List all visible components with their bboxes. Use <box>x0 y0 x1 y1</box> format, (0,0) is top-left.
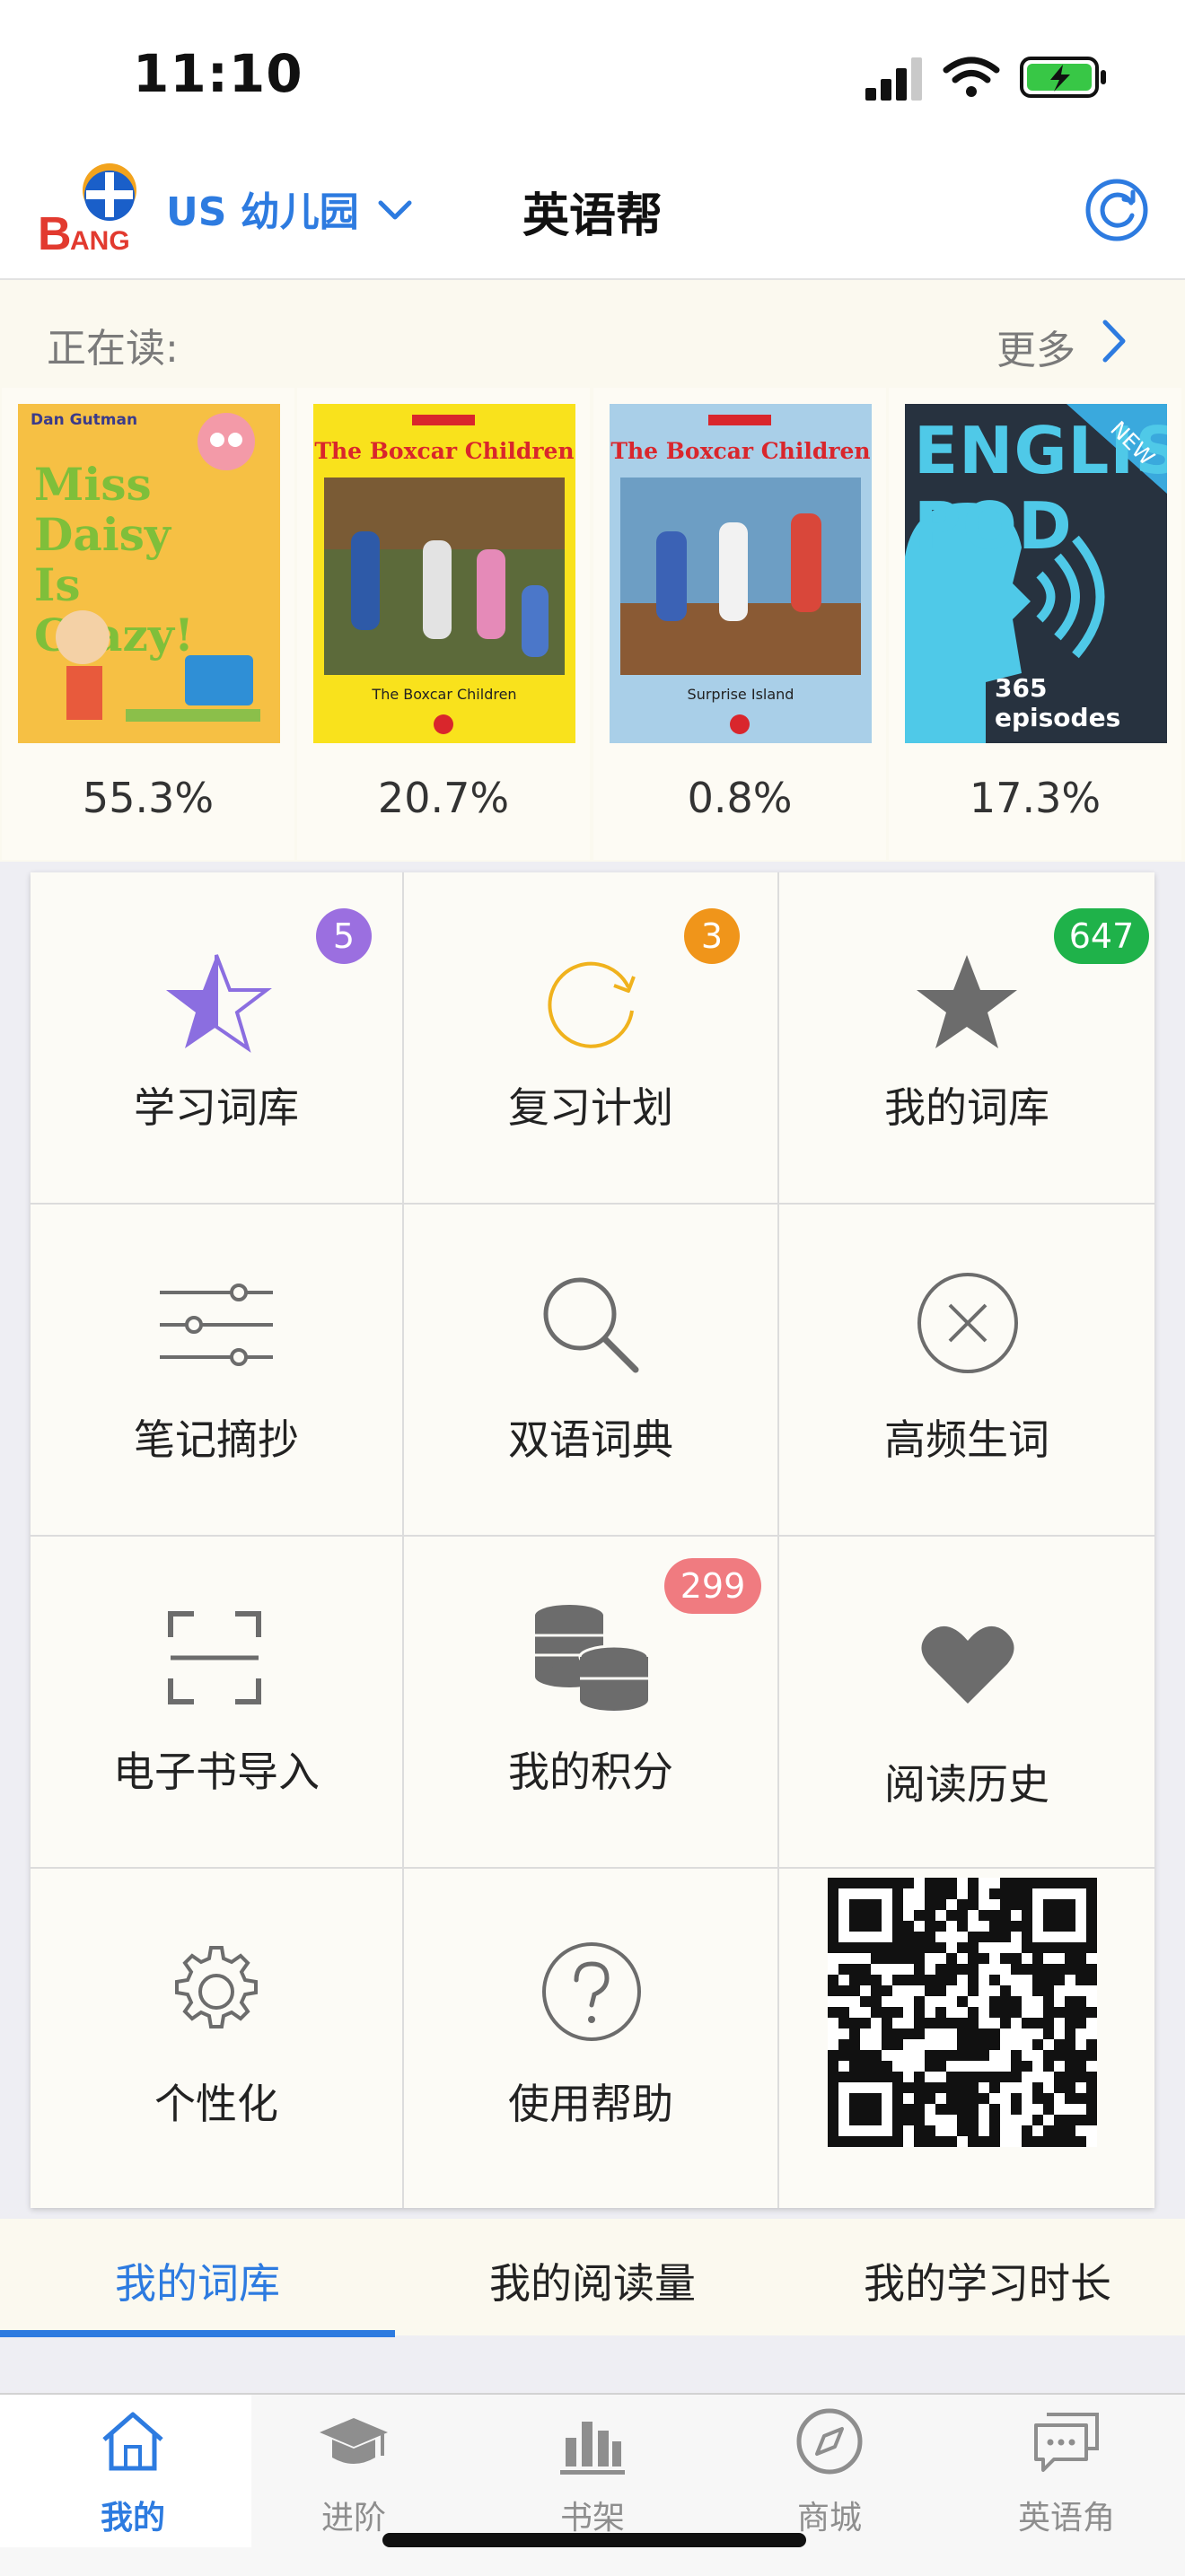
chevron-right-icon[interactable] <box>1101 318 1128 364</box>
grid-item-dictionary[interactable]: 双语词典 <box>404 1205 777 1535</box>
refresh-icon[interactable] <box>1083 176 1151 244</box>
bar-chart-icon <box>560 2422 625 2475</box>
star-half-icon <box>166 954 272 1053</box>
book-cover[interactable]: The Boxcar Children Surprise Island <box>610 404 872 743</box>
scan-icon <box>168 1611 261 1704</box>
book-cover[interactable]: The Boxcar Children The Boxcar Children <box>313 404 575 743</box>
home-indicator <box>382 2533 806 2547</box>
book-progress: 55.3% <box>82 774 215 822</box>
help-icon <box>542 1942 641 2041</box>
tab-label: 我的 <box>100 2500 165 2537</box>
chat-icon <box>1034 2413 1099 2472</box>
grid-item-label: 使用帮助 <box>508 2080 673 2128</box>
stats-tab-study-time[interactable]: 我的学习时长 <box>790 2251 1185 2310</box>
book-card[interactable]: ENGLISH POD NEW 365 episodes 17.3% <box>889 388 1181 860</box>
close-circle-icon <box>917 1273 1018 1373</box>
home-icon <box>102 2412 163 2471</box>
compass-icon <box>796 2408 863 2475</box>
count-badge: 3 <box>684 908 740 964</box>
book-cover[interactable]: Dan Gutman Miss Daisy Is Crazy! <box>18 404 280 743</box>
tab-bookshelf[interactable]: 书架 <box>474 2405 711 2540</box>
tab-label: 英语角 <box>1017 2500 1115 2537</box>
grid-item-study-words[interactable]: 5 学习词库 <box>31 872 402 1203</box>
tab-label: 进阶 <box>320 2500 386 2537</box>
grid-item-reading-history[interactable]: 阅读历史 <box>779 1537 1154 1867</box>
grid-item-label: 高频生词 <box>884 1415 1049 1464</box>
book-cover-subtitle: The Boxcar Children <box>372 686 517 703</box>
book-cover-title: The Boxcar Children <box>314 438 575 464</box>
book-cover[interactable]: ENGLISH POD NEW 365 episodes <box>905 404 1167 743</box>
book-cover-author: Dan Gutman <box>31 411 138 429</box>
search-icon <box>543 1277 639 1373</box>
gear-icon <box>175 1946 258 2028</box>
book-illustration <box>198 413 255 470</box>
book-card[interactable]: The Boxcar Children Surprise Island 0.8% <box>593 388 886 860</box>
count-badge: 299 <box>664 1558 761 1614</box>
book-illustration <box>324 478 565 675</box>
reading-label: 正在读: <box>47 326 179 372</box>
grid-item-my-words[interactable]: 647 我的词库 <box>779 872 1154 1203</box>
tab-english-corner[interactable]: 英语角 <box>948 2405 1185 2540</box>
grid-item-help[interactable]: 使用帮助 <box>404 1869 777 2208</box>
book-cover-subtitle: Surprise Island <box>687 686 794 703</box>
book-progress: 17.3% <box>969 774 1102 822</box>
grid-item-label: 个性化 <box>154 2080 278 2128</box>
wifi-icon <box>943 57 1000 97</box>
tab-store[interactable]: 商城 <box>711 2405 948 2540</box>
status-time: 11:10 <box>133 43 303 104</box>
tab-label: 商城 <box>796 2500 862 2537</box>
stats-tab-my-words[interactable]: 我的词库 <box>0 2251 395 2310</box>
refresh-icon <box>548 961 636 1048</box>
grid-item-ebook-import[interactable]: 电子书导入 <box>31 1537 402 1867</box>
book-card[interactable]: The Boxcar Children The Boxcar Children … <box>297 388 590 860</box>
grid-item-label: 阅读历史 <box>884 1760 1049 1809</box>
grid-item-label: 我的词库 <box>884 1083 1049 1132</box>
qr-code-icon <box>828 1878 1097 2147</box>
page-title: 英语帮 <box>522 189 663 243</box>
grid-item-label: 电子书导入 <box>113 1748 320 1796</box>
more-link[interactable]: 更多 <box>996 318 1075 375</box>
grid-item-notes[interactable]: 笔记摘抄 <box>31 1205 402 1535</box>
feature-grid: 5 学习词库 3 复习计划 647 我的词库 笔记摘抄 双语词典 高频生词 电子… <box>31 872 1154 2208</box>
sliders-icon <box>160 1284 273 1366</box>
grid-item-review-plan[interactable]: 3 复习计划 <box>404 872 777 1203</box>
count-badge: 5 <box>316 908 372 964</box>
grid-item-label: 双语词典 <box>508 1415 673 1464</box>
grid-item-frequent-words[interactable]: 高频生词 <box>779 1205 1154 1535</box>
book-progress: 20.7% <box>377 774 510 822</box>
stats-tab-reading-volume[interactable]: 我的阅读量 <box>395 2251 790 2310</box>
book-cover-title: The Boxcar Children <box>610 438 871 464</box>
book-cover-subtitle: 365 episodes <box>995 673 1121 732</box>
book-progress: 0.8% <box>687 774 793 822</box>
grid-item-label: 笔记摘抄 <box>134 1415 299 1464</box>
grid-item-points[interactable]: 299 我的积分 <box>404 1537 777 1867</box>
stats-tab-indicator <box>0 2330 395 2337</box>
grid-item-label: 学习词库 <box>134 1083 299 1132</box>
book-illustration <box>620 478 861 675</box>
count-badge: 647 <box>1054 908 1149 964</box>
grid-item-label: 我的积分 <box>508 1748 673 1796</box>
cellular-signal-icon <box>865 57 922 101</box>
grid-item-qr-code[interactable] <box>779 1869 1154 2208</box>
graduation-cap-icon <box>320 2418 388 2464</box>
tab-label: 书架 <box>559 2500 625 2537</box>
book-card[interactable]: Dan Gutman Miss Daisy Is Crazy! 55.3% <box>2 388 294 860</box>
grid-item-personalize[interactable]: 个性化 <box>31 1869 402 2208</box>
star-icon <box>917 955 1017 1048</box>
tab-advanced[interactable]: 进阶 <box>235 2405 472 2540</box>
battery-icon <box>1020 57 1106 98</box>
book-illustration <box>56 610 260 722</box>
grid-item-label: 复习计划 <box>508 1083 673 1132</box>
heart-icon <box>921 1625 1014 1704</box>
coins-icon <box>535 1605 650 1711</box>
tab-mine[interactable]: 我的 <box>14 2405 251 2540</box>
